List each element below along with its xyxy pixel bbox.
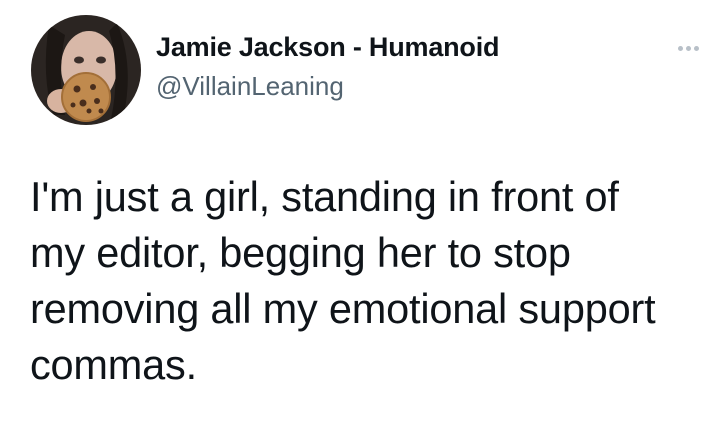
display-name[interactable]: Jamie Jackson - Humanoid xyxy=(156,30,500,64)
user-handle[interactable]: @VillainLeaning xyxy=(156,69,499,103)
tweet-author: Jamie Jackson - Humanoid @VillainLeaning xyxy=(156,30,500,103)
avatar[interactable] xyxy=(31,15,141,125)
tweet-text: I'm just a girl, standing in front of my… xyxy=(30,173,656,388)
avatar-photo-icon xyxy=(31,15,141,125)
dot xyxy=(677,45,683,51)
dot xyxy=(693,45,699,51)
tweet-card: Jamie Jackson - Humanoid @VillainLeaning… xyxy=(0,0,720,435)
more-options-icon[interactable] xyxy=(668,36,708,60)
dot xyxy=(685,45,691,51)
